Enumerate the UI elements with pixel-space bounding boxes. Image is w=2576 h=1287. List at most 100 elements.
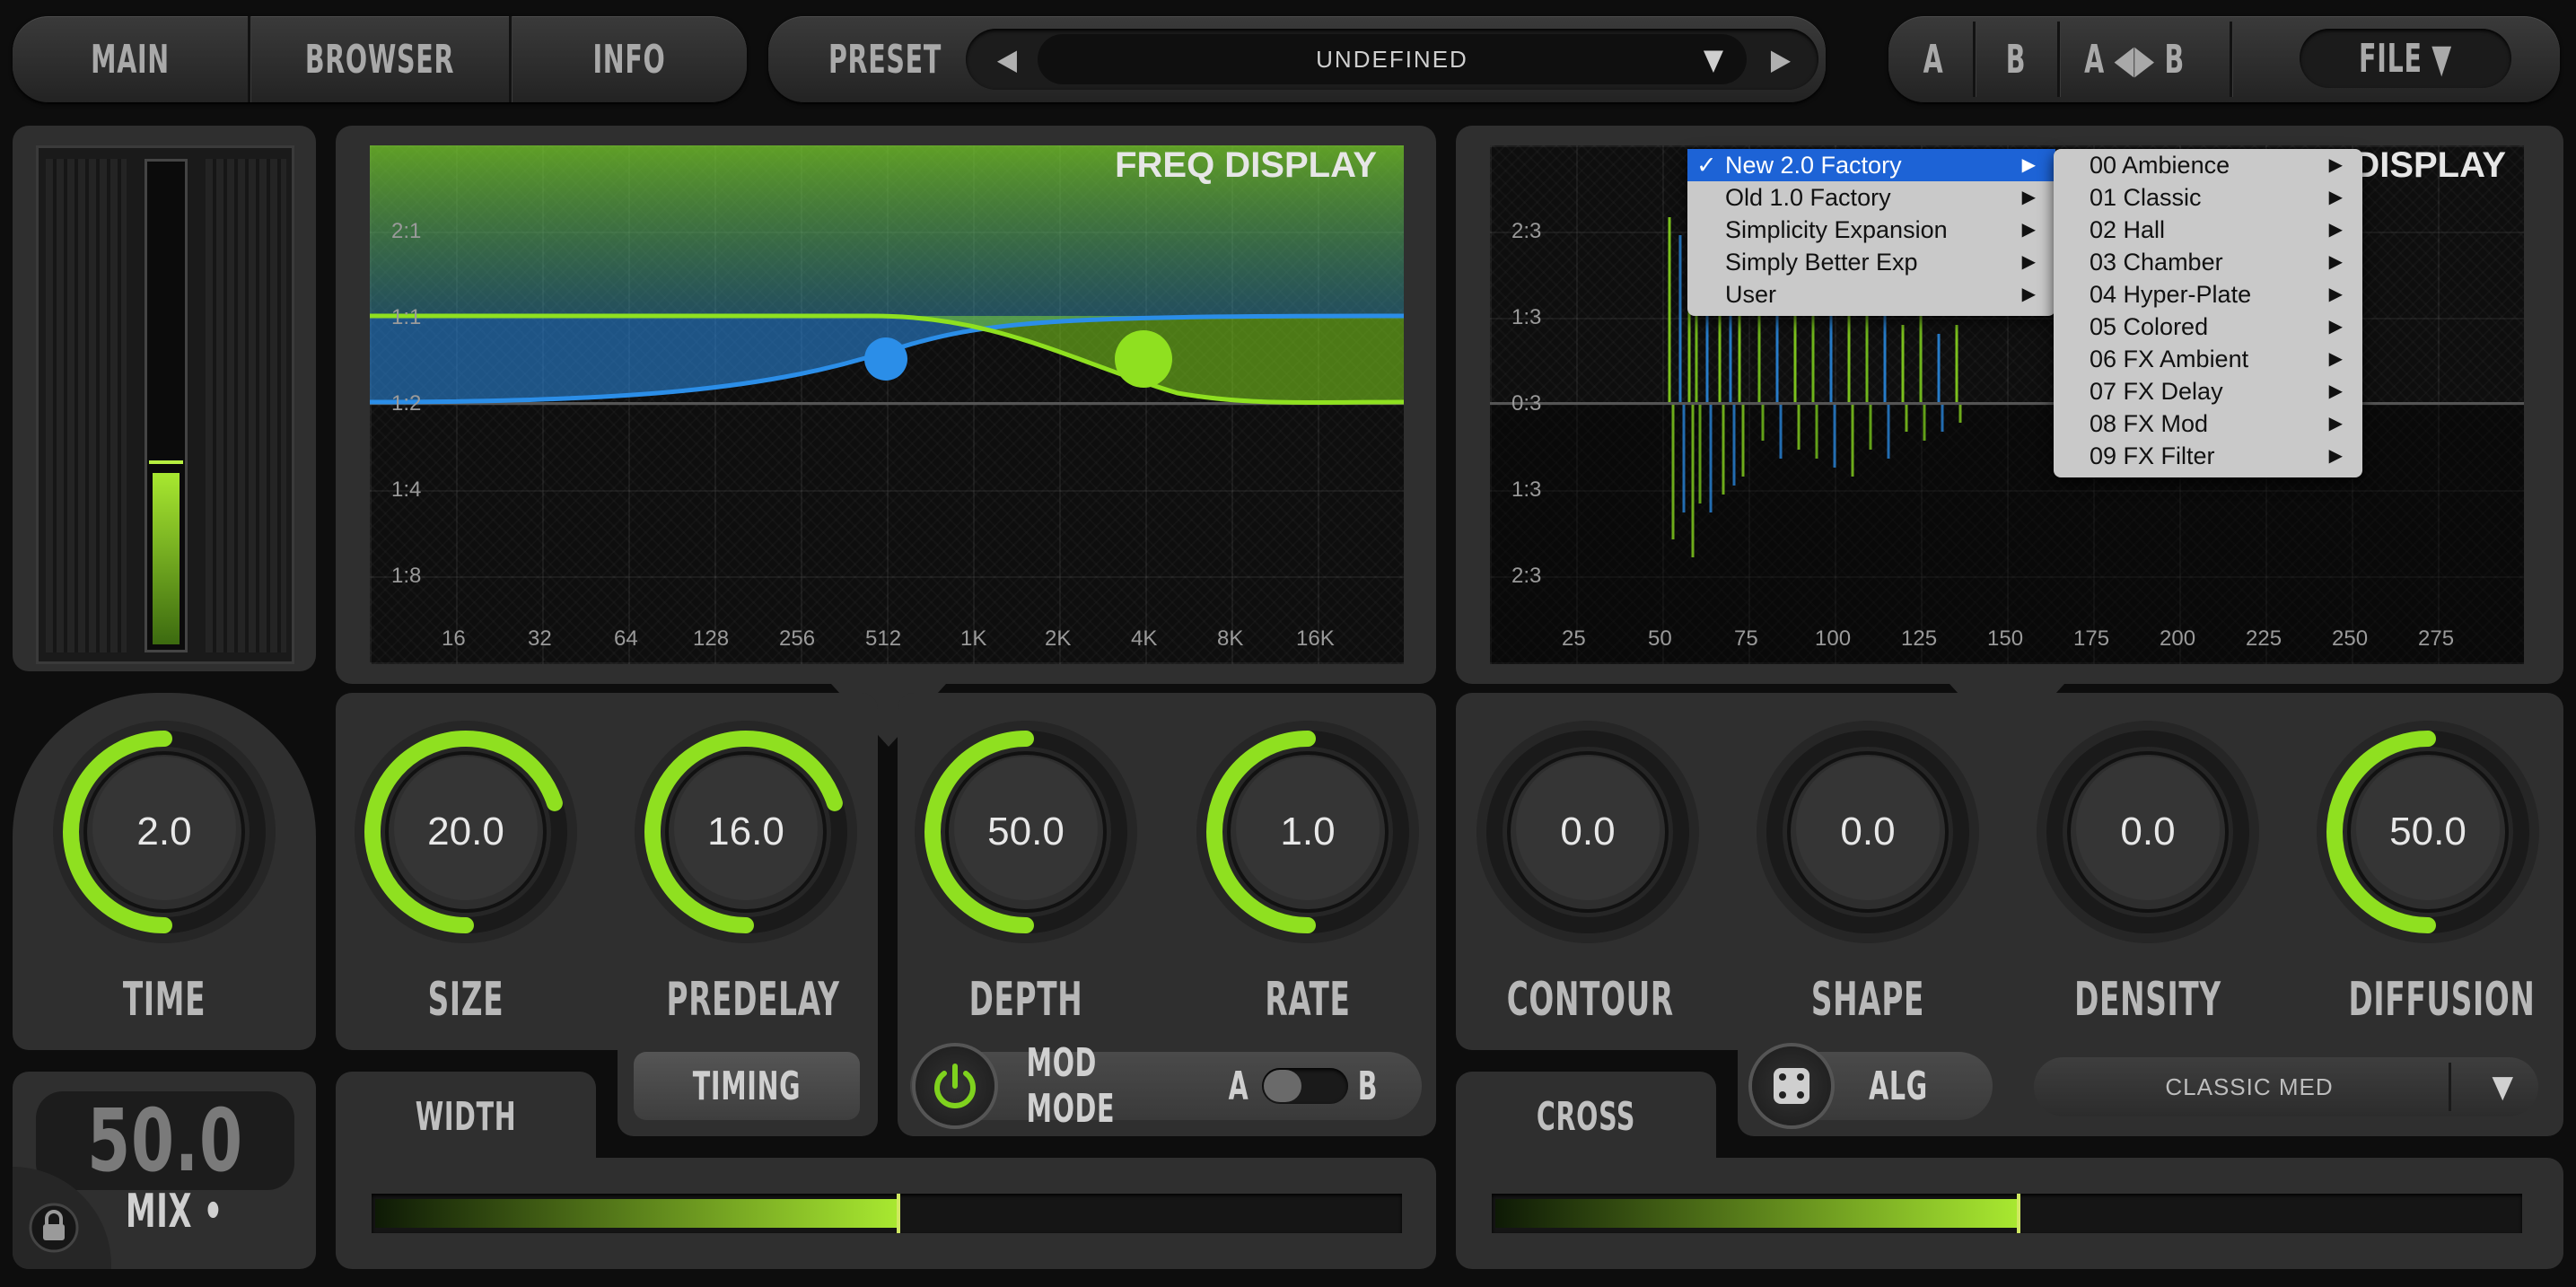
- menu-item-label: 02 Hall: [2090, 216, 2166, 243]
- file-button[interactable]: FILE ▼: [2300, 29, 2511, 88]
- timing-button[interactable]: TIMING: [634, 1052, 860, 1120]
- green-band-handle[interactable]: [1115, 330, 1172, 388]
- menu-item-label: Simply Better Exp: [1725, 249, 1918, 276]
- submenu-arrow-icon: ▶: [2021, 188, 2036, 207]
- shape-value: 0.0: [1840, 810, 1896, 854]
- rate-knob[interactable]: 1.0: [1192, 716, 1424, 948]
- x-label: 4K: [1131, 626, 1158, 651]
- contour-value: 0.0: [1560, 810, 1616, 854]
- mod-power-button[interactable]: [916, 1046, 994, 1125]
- menu-item-simplicity-expansion[interactable]: Simplicity Expansion ▶: [1687, 214, 2055, 246]
- preset-bar: PRESET ◀ UNDEFINED ▼ ▶: [768, 16, 1826, 102]
- chevron-down-icon[interactable]: ▼: [1704, 34, 1723, 84]
- shape-knob[interactable]: 0.0: [1752, 716, 1984, 948]
- time-label: TIME: [122, 973, 206, 1027]
- menu-item-simply-better-exp[interactable]: Simply Better Exp ▶: [1687, 246, 2055, 278]
- cross-slider[interactable]: [1492, 1194, 2522, 1233]
- width-slider[interactable]: [372, 1194, 1402, 1233]
- diffusion-label: DIFFUSION: [2348, 973, 2536, 1027]
- compare-b-button[interactable]: B: [1994, 16, 2038, 102]
- menu-item-fx-delay[interactable]: 07 FX Delay ▶: [2054, 375, 2362, 407]
- size-value: 20.0: [427, 810, 504, 854]
- contour-label: CONTOUR: [1506, 973, 1674, 1027]
- menu-item-fx-mod[interactable]: 08 FX Mod ▶: [2054, 407, 2362, 440]
- tab-info[interactable]: INFO: [545, 16, 714, 102]
- density-knob[interactable]: 0.0: [2032, 716, 2264, 948]
- x-label: 64: [614, 626, 638, 651]
- predelay-value: 16.0: [707, 810, 784, 854]
- menu-item-label: User: [1725, 281, 1777, 308]
- diffusion-knob[interactable]: 50.0: [2312, 716, 2544, 948]
- submenu-arrow-icon: ▶: [2328, 349, 2343, 369]
- alg-label: ALG: [1869, 1063, 1928, 1109]
- menu-item-ambience[interactable]: 00 Ambience ▶: [2054, 149, 2362, 181]
- menu-item-hyper-plate[interactable]: 04 Hyper-Plate ▶: [2054, 278, 2362, 311]
- submenu-arrow-icon: ▶: [2021, 220, 2036, 240]
- depth-knob[interactable]: 50.0: [910, 716, 1142, 948]
- depth-label: DEPTH: [968, 973, 1083, 1027]
- time-knob[interactable]: 2.0: [48, 716, 280, 948]
- depth-value: 50.0: [987, 810, 1065, 854]
- y-label: 1:3: [1511, 477, 1542, 502]
- time-value: 2.0: [136, 810, 192, 854]
- width-slider-handle[interactable]: [897, 1194, 901, 1233]
- size-knob[interactable]: 20.0: [350, 716, 582, 948]
- algorithm-select[interactable]: CLASSIC MED ▼: [2034, 1057, 2538, 1116]
- freq-display[interactable]: FREQ DISPLAY 2:1 1:1 1:2 1:4 1:8 16 32 6…: [370, 145, 1404, 664]
- mod-mode-toggle[interactable]: [1262, 1068, 1348, 1104]
- tab-browser[interactable]: BROWSER: [286, 16, 472, 102]
- contour-knob[interactable]: 0.0: [1472, 716, 1704, 948]
- menu-item-old-1-factory[interactable]: Old 1.0 Factory ▶: [1687, 181, 2055, 214]
- prev-preset-button[interactable]: ◀: [980, 39, 1034, 79]
- menu-item-hall[interactable]: 02 Hall ▶: [2054, 214, 2362, 246]
- menu-item-fx-filter[interactable]: 09 FX Filter ▶: [2054, 440, 2362, 472]
- lock-button[interactable]: [13, 1167, 111, 1269]
- y-label: 0:3: [1511, 391, 1542, 416]
- submenu-arrow-icon: ▶: [2021, 285, 2036, 304]
- preset-category-menu: 00 Ambience ▶ 01 Classic ▶ 02 Hall ▶ 03 Cha…: [2054, 149, 2362, 477]
- freq-curves: [370, 145, 1404, 406]
- mix-label: MIX •: [126, 1185, 223, 1239]
- menu-item-label: 08 FX Mod: [2090, 410, 2209, 437]
- y-label: 1:4: [391, 477, 422, 502]
- x-label: 150: [1987, 626, 2024, 651]
- meter-peak-marker: [149, 460, 183, 465]
- menu-item-fx-ambient[interactable]: 06 FX Ambient ▶: [2054, 343, 2362, 375]
- menu-item-user[interactable]: User ▶: [1687, 278, 2055, 311]
- menu-item-label: 04 Hyper-Plate: [2090, 281, 2252, 308]
- lock-icon: [29, 1203, 79, 1253]
- x-label: 200: [2160, 626, 2196, 651]
- x-label: 125: [1901, 626, 1938, 651]
- x-label: 32: [528, 626, 552, 651]
- x-label: 75: [1734, 626, 1758, 651]
- menu-item-label: 00 Ambience: [2090, 152, 2230, 179]
- tab-bar: MAIN BROWSER INFO: [13, 16, 747, 102]
- submenu-arrow-icon: ▶: [2328, 220, 2343, 240]
- cross-slider-handle[interactable]: [2017, 1194, 2021, 1233]
- density-value: 0.0: [2120, 810, 2176, 854]
- y-label: 2:1: [391, 219, 422, 243]
- x-label: 175: [2073, 626, 2110, 651]
- shape-label: SHAPE: [1810, 973, 1925, 1027]
- width-label: WIDTH: [415, 1093, 517, 1140]
- x-label: 275: [2418, 626, 2455, 651]
- mod-mode-a-label: A: [1228, 1063, 1249, 1109]
- menu-item-colored[interactable]: 05 Colored ▶: [2054, 311, 2362, 343]
- time-display-title: DISPLAY: [2353, 145, 2506, 185]
- next-preset-button[interactable]: ▶: [1754, 39, 1808, 79]
- menu-item-classic[interactable]: 01 Classic ▶: [2054, 181, 2362, 214]
- tab-main[interactable]: MAIN: [46, 16, 215, 102]
- blue-band-handle[interactable]: [864, 337, 907, 381]
- check-icon: ✓: [1696, 152, 1717, 179]
- preset-name-field[interactable]: UNDEFINED ▼: [1038, 34, 1747, 84]
- cross-slider-fill: [1495, 1199, 2018, 1228]
- menu-item-label: 06 FX Ambient: [2090, 346, 2249, 372]
- compare-swap-button[interactable]: A ◀▶ B: [2078, 16, 2192, 102]
- x-label: 16: [442, 626, 466, 651]
- menu-item-chamber[interactable]: 03 Chamber ▶: [2054, 246, 2362, 278]
- compare-a-button[interactable]: A: [1912, 16, 1956, 102]
- predelay-knob[interactable]: 16.0: [630, 716, 862, 948]
- menu-item-new-2-factory[interactable]: ✓ New 2.0 Factory ▶: [1687, 149, 2055, 181]
- random-button[interactable]: [1752, 1046, 1831, 1125]
- divider: [509, 16, 512, 102]
